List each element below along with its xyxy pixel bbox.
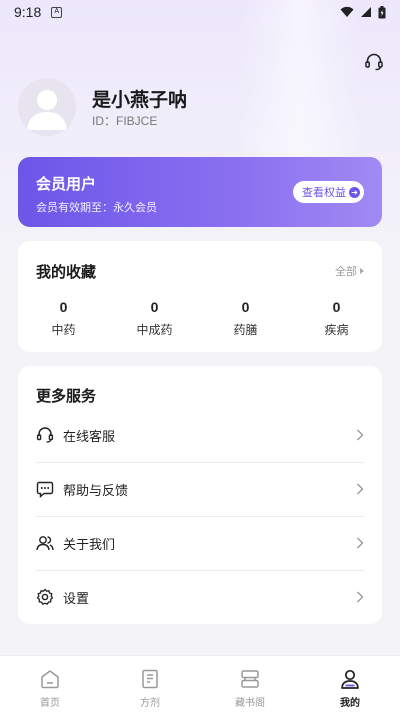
service-item-about-us[interactable]: 关于我们 <box>18 516 382 570</box>
chevron-right-icon <box>357 429 364 441</box>
favorite-count: 0 <box>150 299 159 315</box>
bottom-tab-bar: 首页 方剂 藏书阁 我的 <box>0 655 400 712</box>
favorites-card: 我的收藏 全部 0 中药 0 中成药 0 药膳 0 疾病 <box>18 241 382 352</box>
default-avatar-icon <box>27 90 67 130</box>
favorite-count: 0 <box>332 299 341 315</box>
service-label: 设置 <box>63 591 90 607</box>
document-icon <box>142 669 158 689</box>
favorite-label: 疾病 <box>324 323 349 337</box>
user-id: ID：FIBJCE <box>92 114 158 128</box>
service-item-online-support[interactable]: 在线客服 <box>18 408 382 462</box>
gear-icon <box>36 588 54 605</box>
service-label: 帮助与反馈 <box>63 483 129 499</box>
services-title: 更多服务 <box>36 387 97 405</box>
profile-icon <box>341 669 359 689</box>
member-expire-text: 会员有效期至：永久会员 <box>36 201 157 214</box>
username: 是小燕子呐 <box>92 89 188 111</box>
favorite-count: 0 <box>59 299 68 315</box>
view-benefits-button[interactable]: 查看权益 ➜ <box>293 181 364 203</box>
service-item-help-feedback[interactable]: 帮助与反馈 <box>18 462 382 516</box>
headset-icon <box>36 427 54 443</box>
wifi-icon <box>340 6 354 17</box>
status-time: 9:18 <box>14 4 42 20</box>
status-indicators <box>340 5 386 19</box>
tab-prescriptions[interactable]: 方剂 <box>100 656 200 712</box>
triangle-right-icon <box>360 268 364 274</box>
favorites-title: 我的收藏 <box>36 263 97 281</box>
tab-label: 首页 <box>40 698 60 709</box>
library-icon <box>241 670 259 688</box>
favorite-stat-herbs[interactable]: 0 中药 <box>18 299 109 338</box>
tab-library[interactable]: 藏书阁 <box>200 656 300 712</box>
services-card: 更多服务 在线客服 帮助与反馈 关于我们 设置 <box>18 366 382 624</box>
notification-a-icon: A <box>51 6 63 18</box>
arrow-right-icon: ➜ <box>349 186 360 198</box>
signal-icon <box>361 7 371 17</box>
chevron-right-icon <box>357 483 364 495</box>
favorites-all-link[interactable]: 全部 <box>335 263 364 279</box>
battery-icon <box>378 5 386 18</box>
services-list: 在线客服 帮助与反馈 关于我们 设置 <box>18 408 382 624</box>
chat-icon <box>36 481 54 498</box>
tab-home[interactable]: 首页 <box>0 656 100 712</box>
tab-label: 藏书阁 <box>235 698 265 709</box>
customer-service-icon[interactable] <box>364 52 384 72</box>
favorites-stats: 0 中药 0 中成药 0 药膳 0 疾病 <box>18 299 382 338</box>
member-card[interactable]: 会员用户 会员有效期至：永久会员 查看权益 ➜ <box>18 157 382 227</box>
avatar[interactable] <box>18 78 76 136</box>
chevron-right-icon <box>357 537 364 549</box>
service-label: 在线客服 <box>63 429 116 445</box>
service-item-settings[interactable]: 设置 <box>18 570 382 624</box>
favorite-label: 中药 <box>51 323 76 337</box>
favorite-label: 药膳 <box>233 323 258 337</box>
service-label: 关于我们 <box>63 537 116 553</box>
favorite-stat-patent-medicine[interactable]: 0 中成药 <box>109 299 200 338</box>
member-title: 会员用户 <box>36 175 97 193</box>
favorite-stat-diseases[interactable]: 0 疾病 <box>291 299 382 338</box>
favorites-all-label: 全部 <box>335 265 357 278</box>
tab-mine[interactable]: 我的 <box>300 656 400 712</box>
tab-label: 方剂 <box>140 698 160 709</box>
favorite-stat-medicated-diet[interactable]: 0 药膳 <box>200 299 291 338</box>
favorite-count: 0 <box>241 299 250 315</box>
home-icon <box>41 670 59 689</box>
users-icon <box>36 536 54 551</box>
view-benefits-label: 查看权益 <box>302 186 346 199</box>
chevron-right-icon <box>357 591 364 603</box>
status-bar: 9:18 A <box>0 0 400 24</box>
favorite-label: 中成药 <box>136 323 173 337</box>
tab-label: 我的 <box>340 698 360 709</box>
